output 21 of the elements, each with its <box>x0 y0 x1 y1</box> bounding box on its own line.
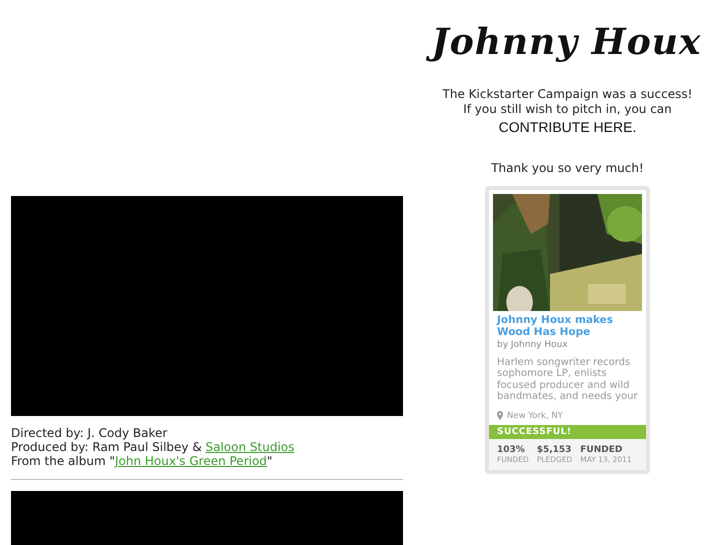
video-player[interactable] <box>11 491 403 545</box>
contribute-link[interactable]: CONTRIBUTE HERE. <box>498 118 636 135</box>
credit-line: From the album "John Houx's Green Period" <box>11 454 274 468</box>
byline: by Johnny Houx <box>497 340 569 350</box>
logo[interactable]: Johnny Houx <box>426 18 710 71</box>
credit-link[interactable]: Saloon Studios <box>205 440 294 454</box>
status-banner: SUCCESSFUL! <box>489 424 646 439</box>
project-description: Harlem songwriter records sophomore LP, enlists focused producer and wild bandmates, and needs your <box>497 356 638 403</box>
credit-line: Directed by: J. Cody Baker <box>11 426 168 440</box>
video-player[interactable] <box>11 196 403 416</box>
stat-value: FUNDED <box>580 444 624 455</box>
project-title[interactable]: Johnny Houx makes Wood Has Hope <box>497 314 638 338</box>
campaign-message: The Kickstarter Campaign was a success! If you still wish to pitch in, you can <box>442 86 692 117</box>
location-text: New York, NY <box>507 410 563 421</box>
credit-line: Produced by: Ram Paul Silbey & Saloon Studios <box>11 440 296 454</box>
project-card[interactable] <box>485 186 650 474</box>
stat-value: $5,153 <box>536 444 572 455</box>
credit-link[interactable]: John Houx's Green Period <box>115 454 267 468</box>
thanks-text: Thank you so very much! <box>491 160 644 175</box>
location-pin-icon <box>497 411 503 420</box>
stat-value: 103% <box>497 444 526 455</box>
